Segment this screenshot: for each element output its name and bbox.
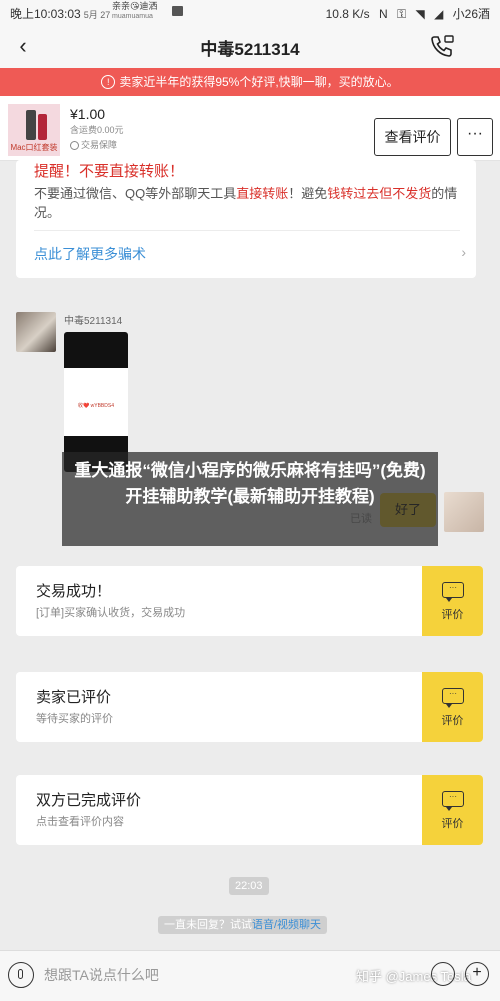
- trade-success-card[interactable]: 交易成功！ [订单]买家确认收货，交易成功 ··· 评价: [16, 566, 483, 636]
- review-action-label: 评价: [441, 818, 464, 830]
- carrier-text: 小26酒: [452, 7, 490, 21]
- review-action-button[interactable]: ··· 评价: [422, 566, 483, 636]
- body-highlight: 钱转过去但不发货: [327, 186, 432, 201]
- product-price: ¥1.00: [70, 106, 106, 122]
- chat-title: 中毒5211314: [200, 40, 300, 59]
- scam-warning-title: 提醒！不要直接转账！: [34, 163, 185, 180]
- trade-protection: 交易保障: [70, 138, 117, 151]
- both-reviewed-card[interactable]: 双方已完成评价 点击查看评价内容 ··· 评价: [16, 775, 483, 845]
- review-action-label: 评价: [441, 609, 464, 621]
- hint-text: 一直未回复？试试: [164, 919, 252, 931]
- image-message[interactable]: 收❤️ wYBBDS4: [64, 332, 128, 472]
- plus-icon[interactable]: +: [465, 962, 489, 986]
- status-bar: 晚上10:03:03 5月 27 亲亲😘迪洒 muamuamua 10.8 K/s…: [0, 0, 500, 24]
- body-highlight: 直接转账: [236, 186, 289, 201]
- voice-input-icon[interactable]: [8, 962, 34, 988]
- divider: [34, 230, 460, 231]
- seller-reviewed-card[interactable]: 卖家已评价 等待买家的评价 ··· 评价: [16, 672, 483, 742]
- key-icon: ⚿: [397, 7, 407, 21]
- review-action-label: 评价: [441, 715, 464, 727]
- phone-call-icon[interactable]: [428, 32, 456, 60]
- scam-warning-body: 不要通过微信、QQ等外部聊天工具直接转账！避免钱转过去但不发货的情况。: [34, 184, 464, 222]
- chat-bubble-icon: ···: [442, 582, 464, 602]
- wifi-icon: ◥: [415, 7, 425, 21]
- chevron-right-icon[interactable]: ›: [461, 244, 466, 260]
- call-hint: 一直未回复？试试语音/视频聊天: [158, 916, 328, 934]
- emoji-icon[interactable]: [431, 962, 455, 986]
- shipping-fee: 含运费0.00元: [70, 125, 124, 135]
- card-title: 双方已完成评价: [36, 792, 142, 809]
- scam-warning-card: 提醒！不要直接转账！ 不要通过微信、QQ等外部聊天工具直接转账！避免钱转过去但不…: [16, 160, 476, 278]
- shield-icon: [70, 141, 79, 151]
- view-reviews-button[interactable]: 查看评价: [374, 118, 451, 156]
- card-title: 交易成功！: [36, 583, 112, 600]
- caption-text: 重大通报“微信小程序的微乐麻将有挂吗”(免费)开挂辅助教学(最新辅助开挂教程): [74, 461, 426, 506]
- status-time: 晚上10:03:03 5月 27: [10, 5, 110, 22]
- body-text: ！避免: [288, 186, 328, 201]
- chat-bubble-icon: ···: [442, 688, 464, 708]
- review-action-button[interactable]: ··· 评价: [422, 775, 483, 845]
- notification-text: 亲亲😘迪洒: [112, 1, 158, 11]
- signal-icon: ◢: [434, 7, 444, 21]
- review-action-button[interactable]: ··· 评价: [422, 672, 483, 742]
- status-right: 10.8 K/s N ⚿ ◥ ◢ 小26酒: [320, 5, 490, 22]
- product-bar[interactable]: Mac口红套装 ¥1.00 含运费0.00元 交易保障 查看评价 ···: [0, 96, 500, 161]
- sender-name: 中毒5211314: [64, 316, 123, 327]
- voice-video-link[interactable]: 语音/视频聊天: [252, 919, 321, 931]
- card-title: 卖家已评价: [36, 689, 112, 706]
- card-subtitle: 点击查看评价内容: [36, 816, 124, 828]
- gallery-icon: [172, 6, 183, 16]
- screenshot-text: 收❤️ wYBBDS4: [78, 403, 114, 409]
- back-icon[interactable]: ‹: [10, 32, 36, 60]
- lipstick-image: [26, 110, 36, 140]
- card-subtitle: 等待买家的评价: [36, 713, 113, 725]
- notification-subtext: muamuamua: [112, 13, 153, 20]
- learn-more-scams-link[interactable]: 点此了解更多骗术: [34, 244, 146, 264]
- nav-bar: ‹ 中毒5211314: [0, 24, 500, 68]
- lipstick-image: [38, 114, 47, 140]
- network-speed: 10.8 K/s: [325, 7, 370, 21]
- body-text: 不要通过微信、QQ等外部聊天工具: [34, 186, 237, 201]
- thumbnail-label: Mac口红套装: [10, 143, 58, 152]
- more-options-button[interactable]: ···: [457, 118, 493, 156]
- protection-label: 交易保障: [81, 140, 118, 150]
- chat-bubble-icon: ···: [442, 791, 464, 811]
- clock-text: 晚上10:03:03: [10, 7, 81, 21]
- message-input[interactable]: 想跟TA说点什么吧: [44, 965, 159, 985]
- seller-rating-banner: ! 卖家近半年的获得95%个好评,快聊一聊，买的放心。: [0, 68, 500, 96]
- date-text: 5月 27: [83, 10, 111, 20]
- seller-avatar[interactable]: [16, 312, 56, 352]
- banner-text: 卖家近半年的获得95%个好评,快聊一聊，买的放心。: [119, 75, 399, 89]
- nfc-icon: N: [378, 7, 388, 21]
- product-thumbnail[interactable]: Mac口红套装: [8, 104, 60, 156]
- message-timestamp: 22:03: [229, 877, 269, 895]
- warning-icon: !: [101, 74, 116, 89]
- my-avatar[interactable]: [444, 492, 484, 532]
- card-subtitle: [订单]买家确认收货，交易成功: [36, 607, 186, 619]
